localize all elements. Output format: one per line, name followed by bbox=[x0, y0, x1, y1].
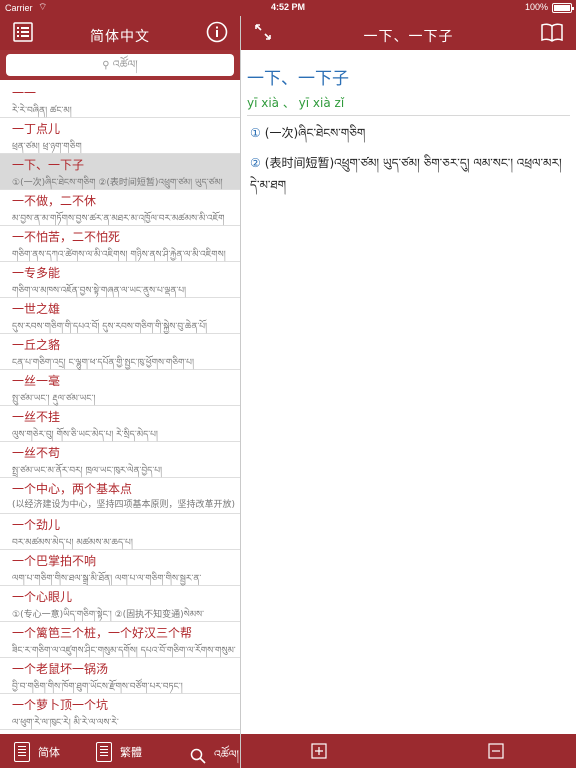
definition-number: ① bbox=[250, 126, 261, 140]
list-item[interactable]: 一个篱笆三个桩，一个好汉三个帮 ཟིང་ར་གཅིག་ལ་འཛུགས་ཤིང་གས… bbox=[0, 622, 240, 658]
book-icon bbox=[14, 742, 30, 762]
search-bar: ⚲ འཚོལ། bbox=[0, 50, 240, 80]
battery-percent: 100% bbox=[524, 2, 548, 12]
list-item-translation: ལ་ཕུག་རེ་ལ་ཁུང་རེ། མི་རེ་ལ་ལས་རེ་ bbox=[12, 718, 119, 728]
list-item[interactable]: 一一 རེ་རེ་བཞིན། ཚང་མ། bbox=[0, 82, 240, 118]
battery-icon bbox=[552, 3, 574, 13]
zoom-in-icon[interactable] bbox=[311, 743, 327, 763]
list-item[interactable]: 一不怕苦，二不怕死 གཅིག་ནས་དཀའ་ཚེགས་ལ་མི་འཇིགས། གཉ… bbox=[0, 226, 240, 262]
left-nav-title: 简体中文 bbox=[90, 29, 150, 45]
list-item-word: 一丝不挂 bbox=[12, 410, 61, 424]
list-item-word: 一丘之貉 bbox=[12, 338, 61, 352]
list-item-word: 一下、一下子 bbox=[12, 158, 85, 172]
list-item[interactable]: 一世之雄 དུས་རབས་གཅིག་གི་དཔའ་བོ། དུས་རབས་གཅིག… bbox=[0, 298, 240, 334]
list-item-word: 一不怕苦，二不怕死 bbox=[12, 230, 121, 244]
status-bar: Carrier ⌔ 4:52 PM 100% bbox=[0, 0, 576, 16]
list-item-word: 一不做，二不休 bbox=[12, 194, 97, 208]
split-divider bbox=[240, 16, 241, 768]
search-placeholder: འཚོལ། bbox=[112, 58, 138, 71]
list-item[interactable]: 一个萝卜顶一个坑 ལ་ཕུག་རེ་ལ་ཁུང་རེ། མི་རེ་ལ་ལས་རེ… bbox=[0, 694, 240, 730]
tab-simplified[interactable]: 简体 bbox=[14, 742, 60, 762]
info-icon[interactable] bbox=[206, 21, 228, 47]
list-item-word: 一个心眼儿 bbox=[12, 590, 73, 604]
list-item[interactable]: 一丘之貉 ངན་པ་གཅིག་འདྲ། ང་ལྷུག་ཕ་དཔོན་གྱི་སྤྱ… bbox=[0, 334, 240, 370]
list-item-word: 一个劲儿 bbox=[12, 518, 61, 532]
status-time: 4:52 PM bbox=[270, 2, 305, 12]
tab-label: འཚོལ། bbox=[214, 748, 239, 761]
list-item[interactable]: 一丝不挂 ལུས་གཅེར་བུ། གོས་ཅི་ཡང་མེད་པ། རེ་སྲི… bbox=[0, 406, 240, 442]
list-item-selected[interactable]: 一下、一下子 ①(一次)ཞིང་ཐེངས་གཅིག ②(表时间短暂)འཕྲུག་ཙ… bbox=[0, 154, 240, 190]
list-item[interactable]: 一个劲儿 བར་མཚམས་མེད་པ། མཚམས་མ་ཆད་པ། bbox=[0, 514, 240, 550]
list-item-word: 一丝一毫 bbox=[12, 374, 61, 388]
definition-number: ② bbox=[250, 156, 261, 170]
book-icon[interactable] bbox=[541, 22, 563, 46]
list-item-translation: (以经济建设为中心，坚持四项基本原则，坚持改革开放) bbox=[12, 500, 236, 510]
list-item-word: 一丁点儿 bbox=[12, 122, 61, 136]
book-icon bbox=[96, 742, 112, 762]
tab-traditional[interactable]: 繁體 bbox=[96, 742, 142, 762]
bottom-tab-bar: 简体 繁體 འཚོལ། bbox=[0, 734, 240, 768]
search-input[interactable]: ⚲ འཚོལ། bbox=[6, 54, 234, 76]
list-item-word: 一个老鼠坏一锅汤 bbox=[12, 662, 109, 676]
search-icon bbox=[190, 748, 206, 767]
list-item-word: 一个萝卜顶一个坑 bbox=[12, 698, 109, 712]
list-item-word: 一专多能 bbox=[12, 266, 61, 280]
definition-text: (表时间短暂)འཕྲུག་ཙམ། ཡུད་ཙམ། ཅིག་ཅར་དུ། ལམ་ས… bbox=[250, 156, 562, 192]
list-item[interactable]: 一个中心，两个基本点 (以经济建设为中心，坚持四项基本原则，坚持改革开放) bbox=[0, 478, 240, 514]
tab-label: 繁體 bbox=[120, 746, 142, 759]
word-list[interactable]: 一一 རེ་རེ་བཞིན། ཚང་མ། 一丁点儿 ཕྲན་ཙམ། ཕྲ་ཉག་གཅ… bbox=[0, 82, 240, 734]
list-item-word: 一丝不苟 bbox=[12, 446, 61, 460]
definition-text: (一次)ཞིང་ཐེངས་གཅིག bbox=[264, 126, 366, 140]
list-item[interactable]: 一丝不苟 སྤྲ་ཙམ་ཡང་མ་ནོར་བར། ཁྲལ་ཡང་ཁུར་ལེན་བ… bbox=[0, 442, 240, 478]
definition-2: ② (表时间短暂)འཕྲུག་ཙམ། ཡུད་ཙམ། ཅིག་ཅར་དུ། ལམ་… bbox=[250, 152, 568, 196]
detail-nav-title: 一下、一下子 bbox=[363, 29, 454, 45]
list-item[interactable]: 一丝一毫 སྤུ་ཙམ་ཡང་། རྡུལ་ཙམ་ཡང་། bbox=[0, 370, 240, 406]
search-icon: ⚲ bbox=[102, 60, 113, 71]
definition-1: ① (一次)ཞིང་ཐེངས་གཅིག bbox=[250, 122, 568, 144]
list-item-word: 一世之雄 bbox=[12, 302, 61, 316]
right-nav-bar: 一下、一下子 bbox=[241, 16, 576, 50]
zoom-toolbar bbox=[241, 734, 576, 768]
list-item[interactable]: 一不做，二不休 མ་བྱས་ན་མ་གཏོགས་བྱས་ཚར་ན་མཐར་མ་འཁ… bbox=[0, 190, 240, 226]
detail-pinyin: yī xià 、 yī xià zǐ bbox=[247, 96, 345, 110]
tab-search[interactable]: འཚོལ། bbox=[190, 742, 239, 773]
list-item[interactable]: 一个巴掌拍不响 ལག་པ་གཅིག་གིས་ཐལ་སྒྲ་མི་ཐོན། ལག་པ… bbox=[0, 550, 240, 586]
zoom-out-icon[interactable] bbox=[488, 743, 504, 763]
list-item[interactable]: 一个心眼儿 ①(专心一意)ཡིད་གཅིག་སྟེང་། ②(固执不知变通)སེམ… bbox=[0, 586, 240, 622]
list-item[interactable]: 一丁点儿 ཕྲན་ཙམ། ཕྲ་ཉག་གཅིག bbox=[0, 118, 240, 154]
list-item[interactable]: 一专多能 གཅིག་ལ་མཁས་འཇོན་བྱས་སྟེ་གཞན་ལ་ཡང་ནུས… bbox=[0, 262, 240, 298]
detail-headword: 一下、一下子 bbox=[247, 69, 349, 89]
tab-label: 简体 bbox=[38, 746, 60, 759]
list-item-word: 一个篱笆三个桩，一个好汉三个帮 bbox=[12, 626, 193, 640]
detail-divider bbox=[247, 115, 570, 116]
list-item-word: 一个中心，两个基本点 bbox=[12, 482, 133, 496]
list-item-word: 一一 bbox=[12, 86, 37, 100]
left-nav-bar: 简体中文 bbox=[0, 16, 240, 50]
list-item[interactable]: 一个老鼠坏一锅汤 བྱི་བ་གཅིག་གིས་ཁོག་ཐུག་ཡོངས་རྫོག… bbox=[0, 658, 240, 694]
list-item-word: 一个巴掌拍不响 bbox=[12, 554, 97, 568]
